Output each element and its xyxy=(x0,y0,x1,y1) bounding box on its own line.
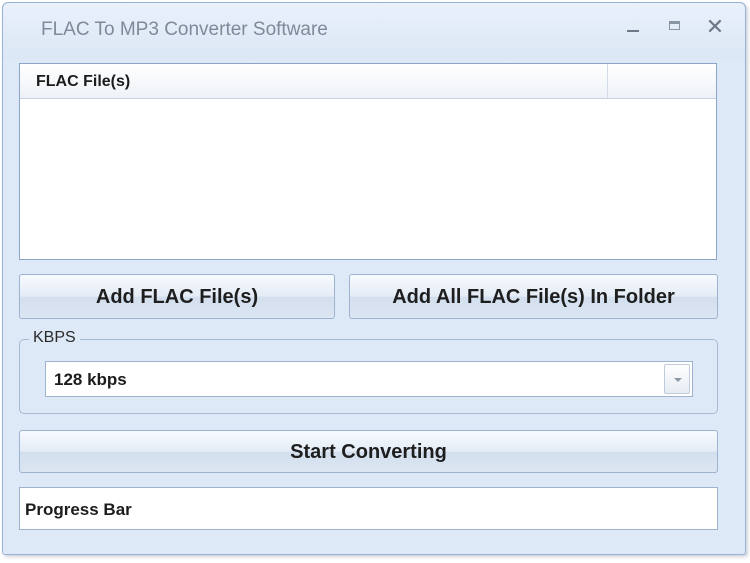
start-converting-button[interactable]: Start Converting xyxy=(19,430,718,473)
window-title: FLAC To MP3 Converter Software xyxy=(41,19,328,40)
column-header-flac-files[interactable]: FLAC File(s) xyxy=(20,64,608,98)
progress-bar: Progress Bar xyxy=(19,487,718,530)
close-button[interactable]: ✕ xyxy=(703,15,727,39)
progress-label: Progress Bar xyxy=(25,500,132,519)
maximize-icon xyxy=(669,21,680,30)
close-icon: ✕ xyxy=(705,14,725,39)
minimize-button[interactable] xyxy=(621,15,645,39)
title-bar[interactable]: FLAC To MP3 Converter Software ✕ xyxy=(3,3,745,59)
add-flac-files-button[interactable]: Add FLAC File(s) xyxy=(19,274,335,319)
column-header-label: FLAC File(s) xyxy=(36,73,131,90)
chevron-down-icon xyxy=(674,378,682,382)
dropdown-button[interactable] xyxy=(664,364,690,394)
column-header-empty[interactable] xyxy=(608,64,716,98)
kbps-select[interactable]: 128 kbps xyxy=(45,361,693,397)
maximize-button[interactable] xyxy=(663,15,687,39)
minimize-icon xyxy=(627,30,639,32)
list-header: FLAC File(s) xyxy=(20,64,716,99)
add-folder-button[interactable]: Add All FLAC File(s) In Folder xyxy=(349,274,718,319)
flac-file-list[interactable]: FLAC File(s) xyxy=(19,63,717,260)
kbps-selected-value: 128 kbps xyxy=(54,370,127,389)
kbps-label: KBPS xyxy=(29,329,80,347)
